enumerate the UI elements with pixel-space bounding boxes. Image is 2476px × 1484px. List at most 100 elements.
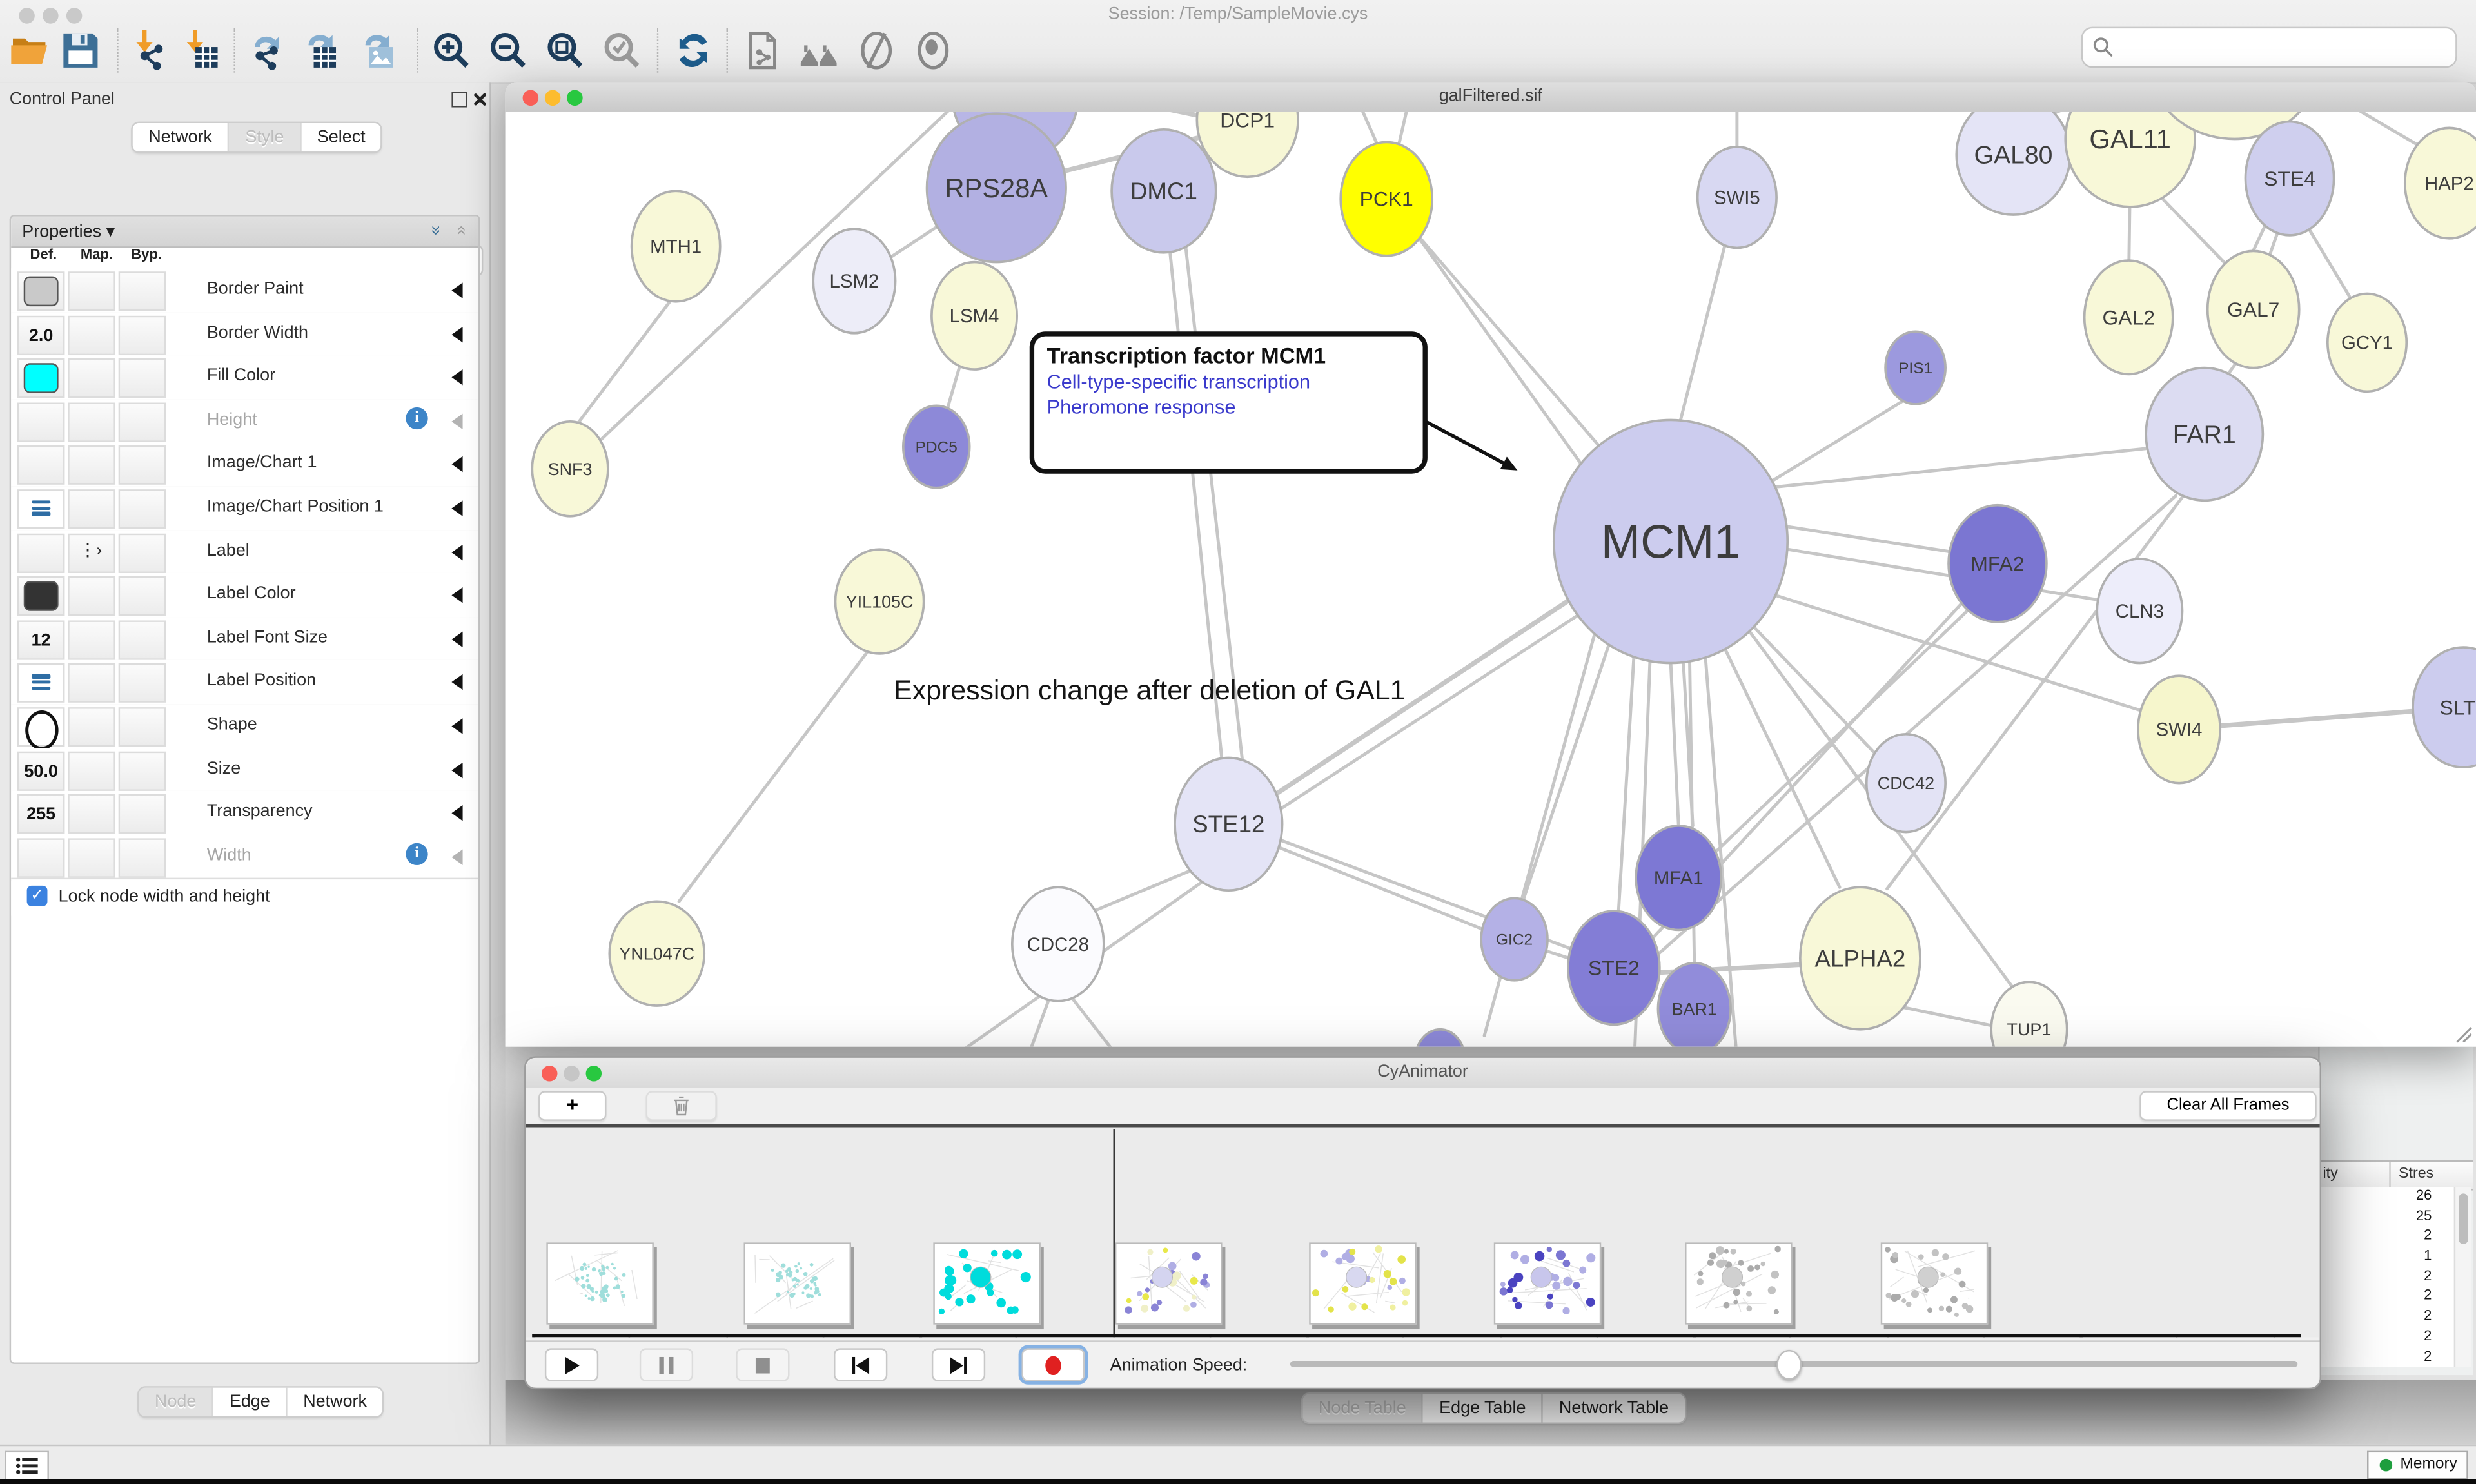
export-table-icon[interactable]	[300, 30, 341, 72]
info-icon[interactable]: i	[406, 407, 427, 429]
open-folder-icon[interactable]	[10, 30, 51, 72]
collapse-all-icon[interactable]: »	[451, 226, 470, 235]
bypass-cell[interactable]	[119, 576, 166, 616]
network-node-bar1[interactable]: BAR1	[1658, 963, 1731, 1047]
network-overview-icon[interactable]	[799, 30, 840, 72]
task-history-button[interactable]	[5, 1451, 49, 1481]
default-cell[interactable]: 12	[17, 620, 64, 659]
memory-button[interactable]: Memory	[2367, 1451, 2468, 1479]
default-cell[interactable]	[17, 664, 64, 703]
bypass-cell[interactable]	[119, 751, 166, 790]
mapping-cell[interactable]: ⋮›	[68, 533, 115, 572]
property-row-border-paint[interactable]: Border Paint	[11, 268, 478, 313]
tab-style[interactable]: Style	[230, 123, 301, 151]
expand-property-arrow[interactable]	[451, 282, 462, 298]
property-row-image-chart-1[interactable]: Image/Chart 1	[11, 443, 478, 488]
bypass-cell[interactable]	[119, 707, 166, 747]
property-row-transparency[interactable]: 255Transparency	[11, 791, 478, 836]
expand-property-arrow[interactable]	[451, 718, 462, 734]
network-node-pis1[interactable]: PIS1	[1885, 331, 1945, 404]
network-node-pck1[interactable]: PCK1	[1341, 142, 1432, 255]
bypass-cell[interactable]	[119, 358, 166, 398]
timeline[interactable]: 0123456789 Seconds	[526, 1128, 2320, 1338]
network-node-lsm2[interactable]: LSM2	[813, 229, 895, 333]
bypass-cell[interactable]	[119, 315, 166, 355]
export-network-icon[interactable]	[246, 30, 288, 72]
mapping-cell[interactable]	[68, 620, 115, 659]
bypass-cell[interactable]	[119, 402, 166, 442]
expand-all-icon[interactable]: »	[426, 226, 445, 235]
tab-edge-table[interactable]: Edge Table	[1424, 1394, 1544, 1422]
document-network-icon[interactable]	[742, 30, 783, 72]
frame-thumbnail-4[interactable]	[1115, 1242, 1223, 1324]
network-node-cdc42[interactable]: CDC42	[1867, 734, 1945, 832]
tab-edge[interactable]: Edge	[213, 1388, 287, 1416]
network-node-ynl047c[interactable]: YNL047C	[609, 901, 704, 1006]
table-header[interactable]: ity Stres	[2320, 1160, 2473, 1191]
expand-property-arrow[interactable]	[451, 413, 462, 429]
bypass-cell[interactable]	[119, 794, 166, 834]
default-cell[interactable]	[17, 533, 64, 572]
tab-network[interactable]: Network	[288, 1388, 383, 1416]
skip-to-start-button[interactable]	[834, 1348, 887, 1381]
mapping-cell[interactable]	[68, 489, 115, 529]
cyanimator-titlebar[interactable]: CyAnimator	[526, 1058, 2320, 1089]
network-node-gcy1[interactable]: GCY1	[2328, 294, 2406, 392]
network-node-ste2[interactable]: STE2	[1568, 911, 1660, 1024]
frame-thumbnail-8[interactable]	[1881, 1242, 1989, 1324]
refresh-icon[interactable]	[673, 30, 714, 72]
tab-select[interactable]: Select	[301, 123, 381, 151]
network-node-pdc5[interactable]: PDC5	[903, 405, 970, 487]
frame-thumbnail-3[interactable]	[933, 1242, 1041, 1324]
default-cell[interactable]: 2.0	[17, 315, 64, 355]
bypass-cell[interactable]	[119, 271, 166, 311]
network-node-alpha2[interactable]: ALPHA2	[1800, 887, 1920, 1029]
network-node-swi5[interactable]: SWI5	[1698, 147, 1776, 248]
add-frame-button[interactable]: +	[538, 1091, 606, 1121]
close-panel-icon[interactable]	[472, 92, 487, 107]
network-window-titlebar[interactable]: galFiltered.sif	[506, 82, 2476, 113]
play-button[interactable]	[545, 1348, 598, 1381]
network-node-gal11[interactable]: GAL11	[2065, 112, 2195, 207]
mapping-cell[interactable]	[68, 315, 115, 355]
record-button[interactable]	[1021, 1348, 1085, 1381]
expand-property-arrow[interactable]	[451, 762, 462, 777]
default-cell[interactable]: 50.0	[17, 751, 64, 790]
network-node-swi4[interactable]: SWI4	[2138, 676, 2220, 783]
network-node-tup1[interactable]: TUP1	[1991, 982, 2067, 1046]
import-table-icon[interactable]	[180, 30, 221, 72]
bypass-cell[interactable]	[119, 838, 166, 877]
network-node-lsm4[interactable]: LSM4	[932, 262, 1017, 370]
bypass-cell[interactable]	[119, 446, 166, 485]
property-row-label-position[interactable]: Label Position	[11, 661, 478, 706]
default-cell[interactable]	[17, 838, 64, 877]
mapping-cell[interactable]	[68, 358, 115, 398]
tab-node-table[interactable]: Node Table	[1302, 1394, 1423, 1422]
default-cell[interactable]	[17, 358, 64, 398]
skip-to-end-button[interactable]	[932, 1348, 985, 1381]
mapping-cell[interactable]	[68, 838, 115, 877]
default-cell[interactable]	[17, 707, 64, 747]
tab-network-table[interactable]: Network Table	[1543, 1394, 1684, 1422]
scrollbar-thumb[interactable]	[2458, 1193, 2468, 1244]
table-scrollbar[interactable]	[2454, 1187, 2471, 1367]
playhead[interactable]	[1112, 1129, 1114, 1334]
bypass-cell[interactable]	[119, 620, 166, 659]
network-caption[interactable]: Expression change after deletion of GAL1	[894, 674, 1405, 707]
default-cell[interactable]	[17, 489, 64, 529]
expand-property-arrow[interactable]	[451, 370, 462, 386]
export-image-icon[interactable]	[357, 30, 398, 72]
delete-frame-button[interactable]	[646, 1091, 717, 1121]
default-cell[interactable]: 255	[17, 794, 64, 834]
property-row-border-width[interactable]: 2.0Border Width	[11, 312, 478, 357]
frame-thumbnail-7[interactable]	[1685, 1242, 1793, 1324]
property-row-shape[interactable]: Shape	[11, 704, 478, 749]
mapping-cell[interactable]	[68, 751, 115, 790]
network-node-gal80[interactable]: GAL80	[1956, 112, 2070, 215]
network-node-unlabeled[interactable]	[1415, 1030, 1465, 1047]
bypass-cell[interactable]	[119, 533, 166, 572]
info-icon[interactable]: i	[406, 843, 427, 864]
network-node-gal2[interactable]: GAL2	[2085, 260, 2173, 374]
mapping-cell[interactable]	[68, 664, 115, 703]
network-node-ste4[interactable]: STE4	[2245, 122, 2334, 235]
